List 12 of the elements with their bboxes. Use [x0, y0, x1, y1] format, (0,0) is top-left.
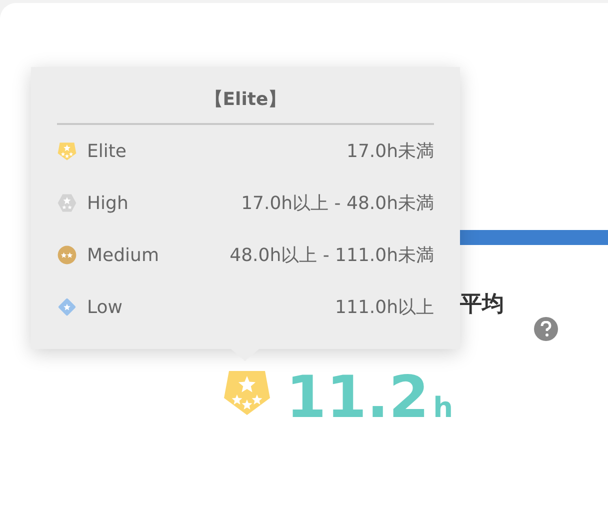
- section-heading: 平均: [460, 291, 504, 319]
- level-range: 111.0h以上: [335, 296, 434, 319]
- level-name: Low: [87, 296, 124, 318]
- level-range: 17.0h以上 - 48.0h未満: [241, 192, 434, 215]
- result-value: 11.2: [286, 367, 430, 427]
- level-range: 17.0h未満: [346, 140, 434, 163]
- level-name: Medium: [87, 244, 160, 266]
- level-range: 48.0h以上 - 111.0h未満: [230, 244, 434, 267]
- result-unit: h: [433, 391, 454, 424]
- tooltip-title: 【Elite】: [57, 87, 434, 125]
- level-name: Elite: [87, 140, 128, 162]
- level-name: High: [87, 192, 130, 214]
